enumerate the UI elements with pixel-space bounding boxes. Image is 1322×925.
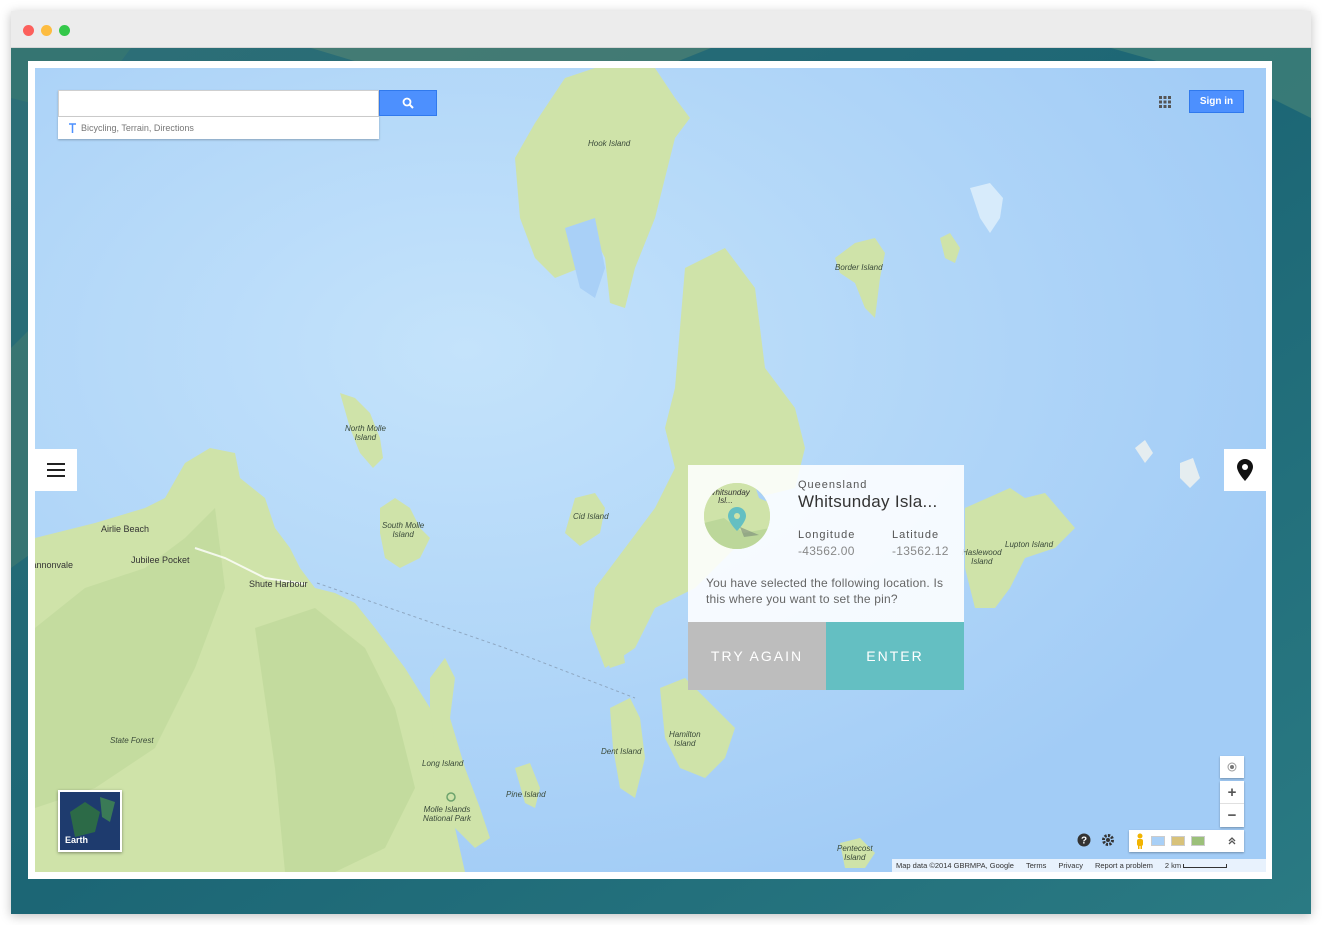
set-pin-button[interactable] [1224, 449, 1266, 491]
map-label-hook-island: Hook Island [588, 139, 631, 148]
earth-label: Earth [65, 835, 89, 845]
search-button[interactable] [379, 90, 437, 116]
map-label-pentecost-line1: Pentecost [837, 844, 873, 853]
try-again-button[interactable]: TRY AGAIN [688, 622, 826, 690]
map-label-north-molle-line2: Island [354, 433, 377, 442]
confirmation-message: You have selected the following location… [706, 576, 944, 606]
map-label-pentecost-line2: Island [844, 853, 866, 862]
scale-line [1183, 863, 1228, 868]
maximize-window-button[interactable] [59, 25, 70, 36]
search-input[interactable] [59, 91, 378, 116]
map-label-shute-harbour: Shute Harbour [249, 579, 308, 589]
menu-button[interactable] [35, 449, 77, 491]
search-box [58, 90, 379, 117]
my-location-button[interactable] [1220, 756, 1244, 778]
thumbnail-label-line2: Isl... [718, 496, 733, 505]
map-tiles [35, 68, 1266, 872]
longitude-label: Longitude [798, 529, 856, 541]
longitude-value: -43562.00 [798, 544, 855, 558]
map-label-south-molle-line2: Island [392, 530, 414, 539]
location-region: Queensland [798, 479, 868, 491]
apps-grid-icon[interactable] [1158, 95, 1172, 109]
map-label-dent-island: Dent Island [601, 747, 642, 756]
map-canvas[interactable]: Hook Island Border Island North Molle Isl… [35, 68, 1266, 872]
map-label-north-molle: North Molle Island [345, 424, 386, 442]
location-name: Whitsunday Isla... [798, 492, 938, 511]
layer-thumb-terrain[interactable] [1191, 836, 1205, 846]
map-label-molle-islands: Molle Islands National Park [423, 805, 471, 823]
direction-icon [69, 123, 76, 133]
sign-in-button[interactable]: Sign in [1189, 90, 1244, 113]
minimize-window-button[interactable] [41, 25, 52, 36]
search-suggestion[interactable]: Bicycling, Terrain, Directions [58, 117, 379, 139]
map-label-haslewood-line2: Island [971, 557, 993, 566]
title-bar [11, 11, 1311, 48]
zoom-controls: + − [1220, 781, 1244, 827]
map-label-hamilton-line1: Hamilton [669, 730, 701, 739]
layer-thumb-map[interactable] [1151, 836, 1165, 846]
zoom-in-button[interactable]: + [1220, 781, 1244, 804]
terms-link[interactable]: Terms [1026, 861, 1046, 870]
enter-button[interactable]: ENTER [826, 622, 964, 690]
map-label-hamilton-line2: Island [674, 739, 696, 748]
location-pin-icon [1237, 459, 1253, 481]
expand-icon[interactable] [1227, 836, 1237, 846]
gear-icon[interactable] [1101, 833, 1115, 847]
scale-bar: 2 km [1164, 861, 1228, 870]
earth-view-toggle[interactable]: Earth [58, 790, 122, 852]
map-label-cannonvale: Cannonvale [35, 560, 74, 570]
map-data-attribution: Map data ©2014 GBRMPA, Google [896, 861, 1014, 870]
map-layers-bar[interactable] [1129, 830, 1244, 852]
map-label-haslewood-line1: Haslewood [962, 548, 1002, 557]
map-label-long-island: Long Island [422, 759, 464, 768]
latitude-value: -13562.12 [892, 544, 949, 558]
search-icon [402, 97, 414, 109]
pin-confirmation-popup: Whitsunday Isl... Queensland Whitsunday I… [688, 465, 964, 690]
layer-thumb-traffic[interactable] [1171, 836, 1185, 846]
location-thumbnail: Whitsunday Isl... [704, 483, 770, 549]
help-icon[interactable]: ? [1077, 833, 1091, 847]
pegman-icon[interactable] [1135, 833, 1145, 849]
search-hint-text: Bicycling, Terrain, Directions [81, 123, 194, 133]
zoom-out-button[interactable]: − [1220, 804, 1244, 827]
map-label-pentecost-island: Pentecost Island [837, 844, 873, 862]
map-label-cid-island: Cid Island [573, 512, 609, 521]
map-footer: Map data ©2014 GBRMPA, Google Terms Priv… [892, 859, 1266, 872]
hamburger-menu-icon [47, 463, 65, 477]
map-label-border-island: Border Island [835, 263, 883, 272]
map-label-molle-line1: Molle Islands [423, 805, 471, 814]
popup-info: Whitsunday Isl... Queensland Whitsunday I… [688, 465, 964, 622]
map-label-lupton-island: Lupton Island [1005, 540, 1054, 549]
latitude-label: Latitude [892, 529, 940, 541]
map-label-haslewood-island: Haslewood Island [962, 548, 1002, 566]
scale-label: 2 km [1164, 861, 1182, 870]
map-label-north-molle-line1: North Molle [345, 424, 386, 433]
map-label-south-molle: South Molle Island [382, 521, 424, 539]
svg-text:?: ? [1081, 836, 1087, 847]
privacy-link[interactable]: Privacy [1058, 861, 1083, 870]
report-problem-link[interactable]: Report a problem [1095, 861, 1153, 870]
map-label-airlie-beach: Airlie Beach [101, 524, 150, 534]
thumbnail-label: Whitsunday Isl... [708, 489, 750, 505]
map-label-south-molle-line1: South Molle [382, 521, 425, 530]
map-label-state-forest: State Forest [110, 736, 154, 745]
map-label-jubilee-pocket: Jubilee Pocket [131, 555, 190, 565]
map-label-molle-line2: National Park [423, 814, 472, 823]
map-label-hamilton-island: Hamilton Island [669, 730, 701, 748]
close-window-button[interactable] [23, 25, 34, 36]
map-label-pine-island: Pine Island [506, 790, 546, 799]
my-location-icon [1227, 762, 1237, 772]
